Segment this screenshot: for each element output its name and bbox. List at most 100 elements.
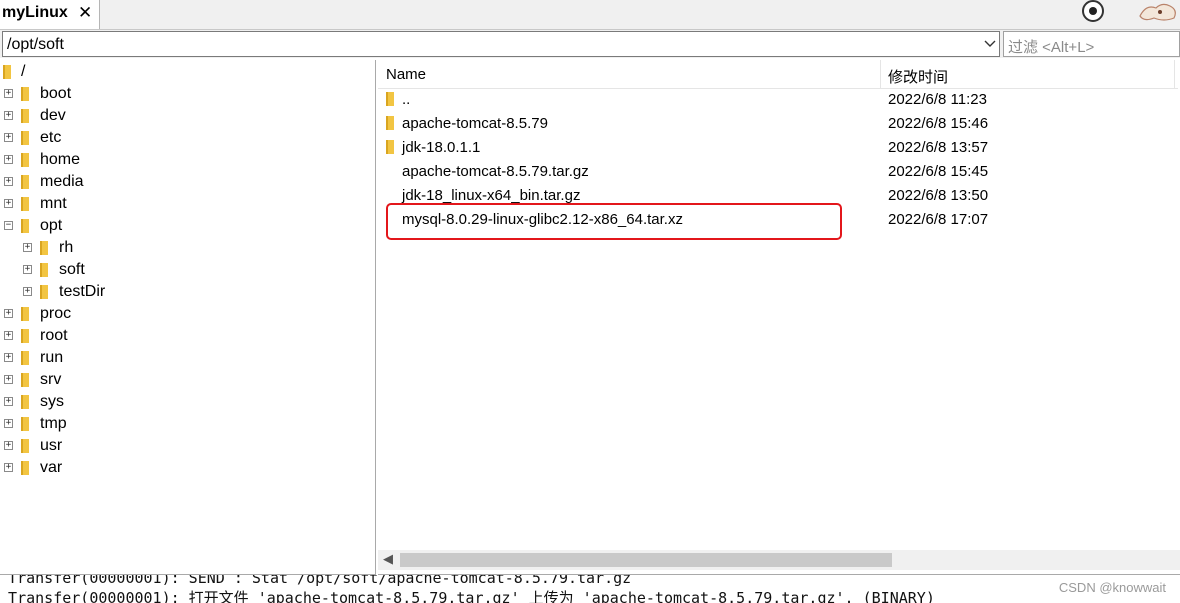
expand-icon[interactable]: + [4,331,13,340]
column-header-time[interactable]: 修改时间 [888,66,948,87]
log-line: i Transfer(00000001): 打开文件 'apache-tomca… [0,589,935,603]
column-header-name[interactable]: Name [386,66,426,83]
expand-icon[interactable]: + [4,155,13,164]
expand-icon[interactable]: + [4,177,13,186]
log-line: i Transfer(00000001): SEND : Stat /opt/s… [0,575,632,587]
expand-icon[interactable]: + [4,463,13,472]
folder-icon [21,87,29,101]
expand-icon[interactable]: + [23,265,32,274]
expand-icon[interactable]: + [4,111,13,120]
expand-icon[interactable]: + [4,353,13,362]
tree-item-label: usr [40,437,63,454]
scrollbar-thumb[interactable] [400,553,892,567]
expand-icon[interactable]: + [23,243,32,252]
tree-item[interactable]: + home [0,150,370,172]
tree-item[interactable]: + usr [0,436,370,458]
file-row[interactable]: jdk-18.0.1.1 2022/6/8 13:57 [378,136,1178,160]
tree-item[interactable]: + tmp [0,414,370,436]
folder-icon [21,219,29,233]
expand-icon[interactable]: + [4,375,13,384]
column-header-row: Name 修改时间 [378,60,1178,89]
highlight-annotation [386,203,842,240]
folder-icon [21,461,29,475]
tree-item[interactable]: + soft [0,260,370,282]
file-modified-time: 2022/6/8 11:23 [888,91,987,108]
tab-label: myLinux [2,4,68,21]
folder-icon [21,153,29,167]
tree-item[interactable]: − opt [0,216,370,238]
file-name: jdk-18_linux-x64_bin.tar.gz [402,187,581,204]
file-row[interactable]: .. 2022/6/8 11:23 [378,88,1178,112]
tree-item-label: root [40,327,68,344]
folder-icon [40,241,48,255]
path-value: /opt/soft [7,36,64,53]
tree-item[interactable]: / [0,62,370,84]
tree-item-label: tmp [40,415,67,432]
file-row[interactable]: apache-tomcat-8.5.79.tar.gz 2022/6/8 15:4… [378,160,1178,184]
folder-icon [386,140,394,154]
tree-item[interactable]: + var [0,458,370,480]
transfer-log: i Transfer(00000001): SEND : Stat /opt/s… [0,575,1180,603]
tree-item[interactable]: + proc [0,304,370,326]
mascot-icon [1139,3,1176,21]
tree-item[interactable]: + run [0,348,370,370]
collapse-icon[interactable]: − [4,221,13,230]
tree-item[interactable]: + boot [0,84,370,106]
tab-bar: myLinux ✕ [0,0,1180,30]
folder-icon [21,307,29,321]
folder-icon [21,131,29,145]
tree-item[interactable]: + dev [0,106,370,128]
file-name: jdk-18.0.1.1 [402,139,481,156]
close-icon[interactable]: ✕ [78,3,92,23]
chevron-down-icon[interactable] [981,32,999,56]
tree-item-label: sys [40,393,64,410]
file-modified-time: 2022/6/8 15:46 [888,115,989,132]
folder-icon [386,92,394,106]
expand-icon[interactable]: + [23,287,32,296]
directory-tree[interactable]: / + boot + dev + etc + home + media + mnt − opt + rh + sof… [0,60,376,575]
tree-item-label: home [40,151,81,168]
scroll-left-icon[interactable]: ◀ [383,551,393,567]
tree-item[interactable]: + testDir [0,282,370,304]
file-modified-time: 2022/6/8 17:07 [888,211,989,228]
tree-item[interactable]: + etc [0,128,370,150]
tree-item-label: soft [59,261,85,278]
tree-item-label: proc [40,305,72,322]
expand-icon[interactable]: + [4,199,13,208]
folder-icon [40,263,48,277]
expand-icon[interactable]: + [4,89,13,98]
watermark: CSDN @knowwait [1058,580,1166,595]
expand-icon[interactable]: + [4,397,13,406]
tree-item-label: etc [40,129,62,146]
tree-item-label: media [40,173,84,190]
tree-item-label: / [21,63,26,80]
tab-mylinux[interactable]: myLinux ✕ [0,0,100,29]
file-list[interactable]: Name 修改时间 .. 2022/6/8 11:23 apache-tomcat-… [378,60,1180,575]
tree-item[interactable]: + mnt [0,194,370,216]
column-divider[interactable] [1174,60,1175,88]
expand-icon[interactable]: + [4,441,13,450]
horizontal-scrollbar[interactable]: ◀ [378,550,1180,570]
folder-icon [386,116,394,130]
tree-item[interactable]: + rh [0,238,370,260]
tree-item-label: dev [40,107,66,124]
folder-icon [40,285,48,299]
tree-item-label: rh [59,239,74,256]
folder-icon [3,65,11,79]
folder-icon [21,351,29,365]
expand-icon[interactable]: + [4,309,13,318]
filter-placeholder: 过滤 <Alt+L> [1008,39,1095,56]
tree-item[interactable]: + root [0,326,370,348]
expand-icon[interactable]: + [4,419,13,428]
path-input[interactable]: /opt/soft [2,31,1000,57]
folder-icon [21,329,29,343]
filter-input[interactable]: 过滤 <Alt+L> [1003,31,1180,57]
status-icon[interactable] [1082,0,1104,22]
file-row[interactable]: apache-tomcat-8.5.79 2022/6/8 15:46 [378,112,1178,136]
tree-item[interactable]: + media [0,172,370,194]
column-divider[interactable] [880,60,881,88]
tree-item[interactable]: + sys [0,392,370,414]
expand-icon[interactable]: + [4,133,13,142]
tree-item-label: var [40,459,63,476]
tree-item[interactable]: + srv [0,370,370,392]
